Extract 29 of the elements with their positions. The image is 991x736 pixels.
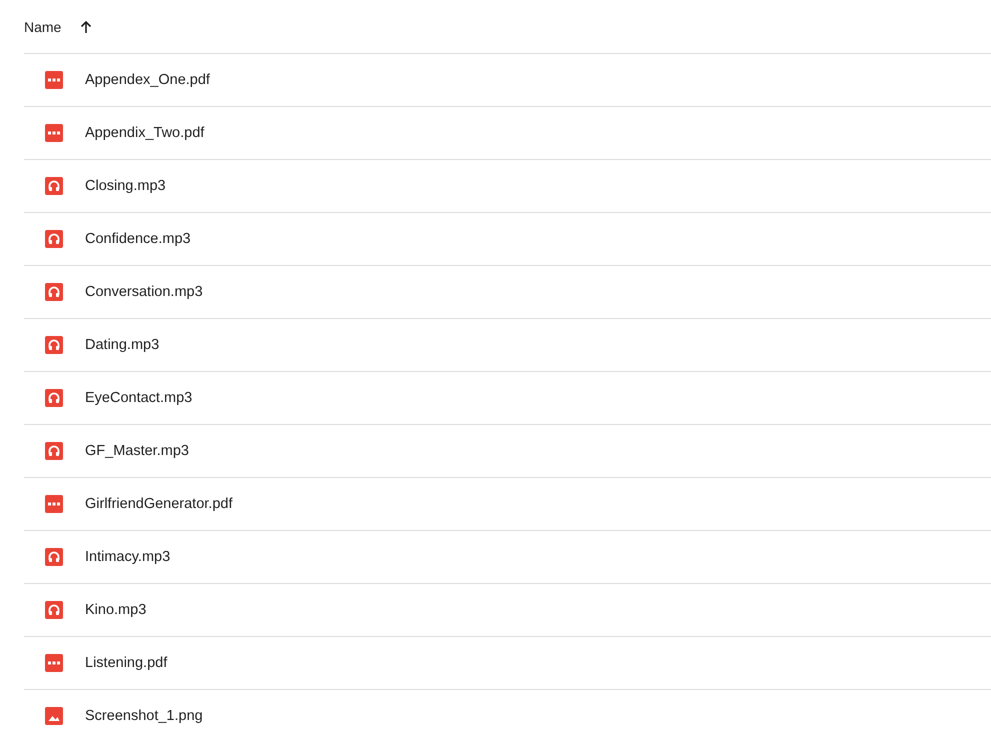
headphones-file-icon (45, 177, 63, 195)
file-name[interactable]: GirlfriendGenerator.pdf (85, 496, 232, 512)
pdf-file-icon (45, 654, 63, 672)
file-name[interactable]: EyeContact.mp3 (85, 390, 192, 406)
file-name[interactable]: Appendex_One.pdf (85, 72, 210, 88)
file-name[interactable]: Appendix_Two.pdf (85, 125, 204, 141)
sort-button[interactable] (79, 20, 94, 34)
name-column-header[interactable]: Name (24, 18, 62, 34)
file-name[interactable]: Dating.mp3 (85, 337, 160, 353)
headphones-file-icon (45, 601, 63, 619)
file-name[interactable]: Kino.mp3 (85, 602, 146, 618)
file-name[interactable]: Conversation.mp3 (85, 284, 203, 300)
file-name[interactable]: Intimacy.mp3 (85, 549, 170, 565)
image-file-icon (45, 707, 63, 725)
headphones-file-icon (45, 283, 63, 301)
pdf-file-icon (45, 71, 63, 89)
file-name[interactable]: Screenshot_1.png (85, 708, 203, 724)
file-name[interactable]: GF_Master.mp3 (85, 443, 189, 459)
headphones-file-icon (45, 548, 63, 566)
pdf-file-icon (45, 495, 63, 513)
headphones-file-icon (45, 442, 63, 460)
headphones-file-icon (45, 389, 63, 407)
file-name[interactable]: Listening.pdf (85, 655, 168, 671)
headphones-file-icon (45, 230, 63, 248)
arrow-up-icon (79, 20, 94, 34)
headphones-file-icon (45, 336, 63, 354)
file-name[interactable]: Closing.mp3 (85, 178, 166, 194)
file-name[interactable]: Confidence.mp3 (85, 231, 191, 247)
pdf-file-icon (45, 124, 63, 142)
